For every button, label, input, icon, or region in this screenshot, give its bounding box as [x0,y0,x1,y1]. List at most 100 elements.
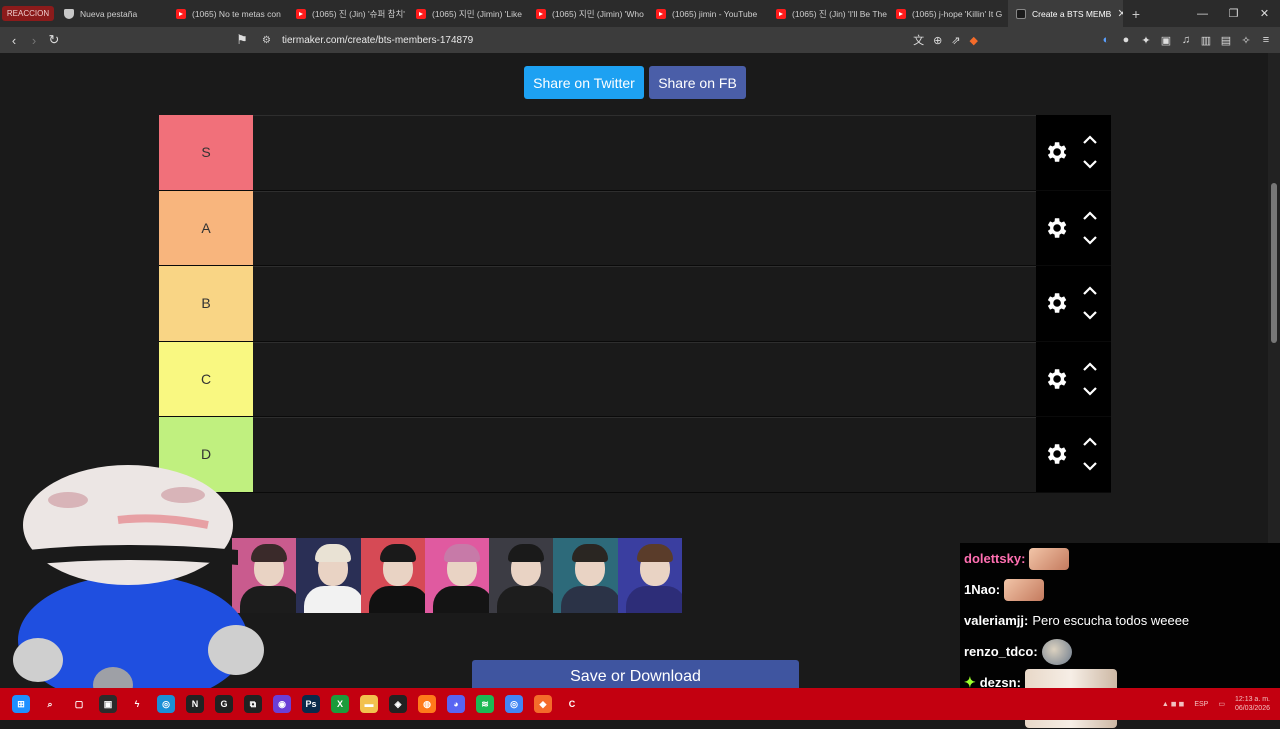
tier-label[interactable]: S [159,115,253,190]
capcut-icon[interactable]: ⧉ [244,695,262,713]
address-bar[interactable]: ⚙ tiermaker.com/create/bts-members-17487… [258,30,978,50]
gear-icon[interactable] [1036,434,1076,474]
bolt-icon[interactable]: ϟ [128,695,146,713]
scrollbar-thumb[interactable] [1271,183,1277,343]
tier-drop-zone[interactable] [253,341,1036,416]
site-info-icon[interactable]: ⚙ [262,35,271,46]
monitor-icon[interactable]: ▭ [1218,700,1225,708]
firefox-icon[interactable]: ◍ [418,695,436,713]
chat-username: 1Nao: [964,582,1001,597]
tier-label[interactable]: C [159,341,253,416]
menu-icon[interactable]: ≡ [1260,34,1272,46]
share-twitter-button[interactable]: Share on Twitter [524,66,644,99]
close-window-icon[interactable]: ✕ [1249,0,1280,27]
translate-icon[interactable]: 文 [913,32,924,48]
gear-icon[interactable] [1036,208,1076,248]
url-text: tiermaker.com/create/bts-members-174879 [282,34,474,46]
tier-drop-zone[interactable] [253,190,1036,265]
restore-icon[interactable]: ❐ [1218,0,1249,27]
windows-start-icon[interactable]: ⊞ [12,695,30,713]
tab-youtube-5[interactable]: (1065) jimin - YouTube [648,0,768,27]
folder-icon[interactable]: ▬ [360,695,378,713]
chevron-up-icon[interactable] [1082,211,1098,221]
new-tab-button[interactable]: + [1123,6,1149,22]
brave-icon[interactable]: ◆ [534,695,552,713]
share-icon[interactable]: ⇗ [951,34,960,47]
tab-label: (1065) 지민 (Jimin) 'Who [552,8,644,19]
notion-icon[interactable]: N [186,695,204,713]
chevron-down-icon[interactable] [1082,386,1098,396]
save-download-button[interactable]: Save or Download [472,660,799,688]
bookmark-icon[interactable]: ⚑ [232,30,252,50]
youtube-icon [896,8,906,19]
tier-item-member-3[interactable] [360,538,425,613]
tab-youtube-3[interactable]: (1065) 지민 (Jimin) 'Like [408,0,528,27]
tab-label: (1065) j-hope 'Killin' It G [912,8,1003,19]
tab-group-reaccion[interactable]: REACCION [0,0,56,27]
puzzle-icon[interactable]: ✦ [1140,34,1152,47]
obs-icon[interactable]: ◉ [273,695,291,713]
audio-icon[interactable]: ◐ [1100,34,1112,46]
browser-icon[interactable]: ◎ [157,695,175,713]
discord-icon[interactable]: ◕ [447,695,465,713]
xbox-icon[interactable]: X [331,695,349,713]
tab-search-icon[interactable]: ▣ [1160,34,1172,47]
share-fb-button[interactable]: Share on FB [649,66,746,99]
system-tray: ▲ ◼ ◼ ESP ▭ 12:13 a. m. 06/03/2026 [1162,688,1270,720]
media-icon[interactable]: ◈ [389,695,407,713]
tab-youtube-2[interactable]: (1065) 진 (Jin) '슈퍼 참치' [288,0,408,27]
app-g-icon[interactable]: G [215,695,233,713]
chrome-icon[interactable]: ◎ [505,695,523,713]
music-icon[interactable]: ♫ [1180,34,1192,46]
back-icon[interactable]: ‹ [4,30,24,50]
tiermaker-icon [1016,8,1026,19]
language-indicator[interactable]: ESP [1194,701,1208,708]
clock[interactable]: 12:13 a. m. 06/03/2026 [1235,695,1270,713]
wallet-icon[interactable]: ▤ [1220,34,1232,47]
chevron-up-icon[interactable] [1082,135,1098,145]
tier-controls [1036,115,1111,190]
tier-drop-zone[interactable] [253,115,1036,190]
task-view-icon[interactable]: ▢ [70,695,88,713]
gear-icon[interactable] [1036,132,1076,172]
tier-drop-zone[interactable] [253,417,1036,492]
forward-icon[interactable]: › [24,30,44,50]
gear-icon[interactable] [1036,359,1076,399]
gear-icon[interactable] [1036,283,1076,323]
tier-item-member-4[interactable] [424,538,490,613]
youtube-icon [656,8,666,19]
chevron-down-icon[interactable] [1082,461,1098,471]
chevron-up-icon[interactable] [1082,362,1098,372]
spotify-icon[interactable]: ≋ [476,695,494,713]
chevron-down-icon[interactable] [1082,159,1098,169]
tab-youtube-4[interactable]: (1065) 지민 (Jimin) 'Who [528,0,648,27]
chevron-up-icon[interactable] [1082,286,1098,296]
chevron-down-icon[interactable] [1082,235,1098,245]
tier-item-member-6[interactable] [553,538,618,613]
brave-shield-icon[interactable]: ◆ [970,34,978,47]
app-icon[interactable]: ▣ [99,695,117,713]
tab-tiermaker-active[interactable]: Create a BTS MEMB ✕ [1008,0,1123,27]
search-icon[interactable]: ⌕ [41,695,59,713]
tier-item-member-2[interactable] [296,538,361,613]
reload-icon[interactable]: ↻ [44,30,64,50]
photoshop-icon[interactable]: Ps [302,695,320,713]
tab-youtube-1[interactable]: (1065) No te metas con [168,0,288,27]
ccleaner-icon[interactable]: C [563,695,581,713]
extension-avatar-icon[interactable]: ● [1120,34,1132,46]
tier-label[interactable]: A [159,190,253,265]
leo-icon[interactable]: ✧ [1240,34,1252,47]
tray-icons[interactable]: ▲ ◼ ◼ [1162,700,1184,708]
tab-nueva-pestana[interactable]: Nueva pestaña [56,0,168,27]
chevron-down-icon[interactable] [1082,310,1098,320]
chevron-up-icon[interactable] [1082,437,1098,447]
tab-youtube-7[interactable]: (1065) j-hope 'Killin' It G [888,0,1008,27]
tab-youtube-6[interactable]: (1065) 진 (Jin) 'I'll Be The [768,0,888,27]
tier-item-member-7[interactable] [617,538,682,613]
zoom-icon[interactable]: ⊕ [933,34,942,47]
minimize-icon[interactable]: — [1187,0,1218,27]
sidebar-icon[interactable]: ▥ [1200,34,1212,47]
tier-item-member-5[interactable] [489,538,554,613]
tier-label[interactable]: B [159,266,253,341]
tier-drop-zone[interactable] [253,266,1036,341]
